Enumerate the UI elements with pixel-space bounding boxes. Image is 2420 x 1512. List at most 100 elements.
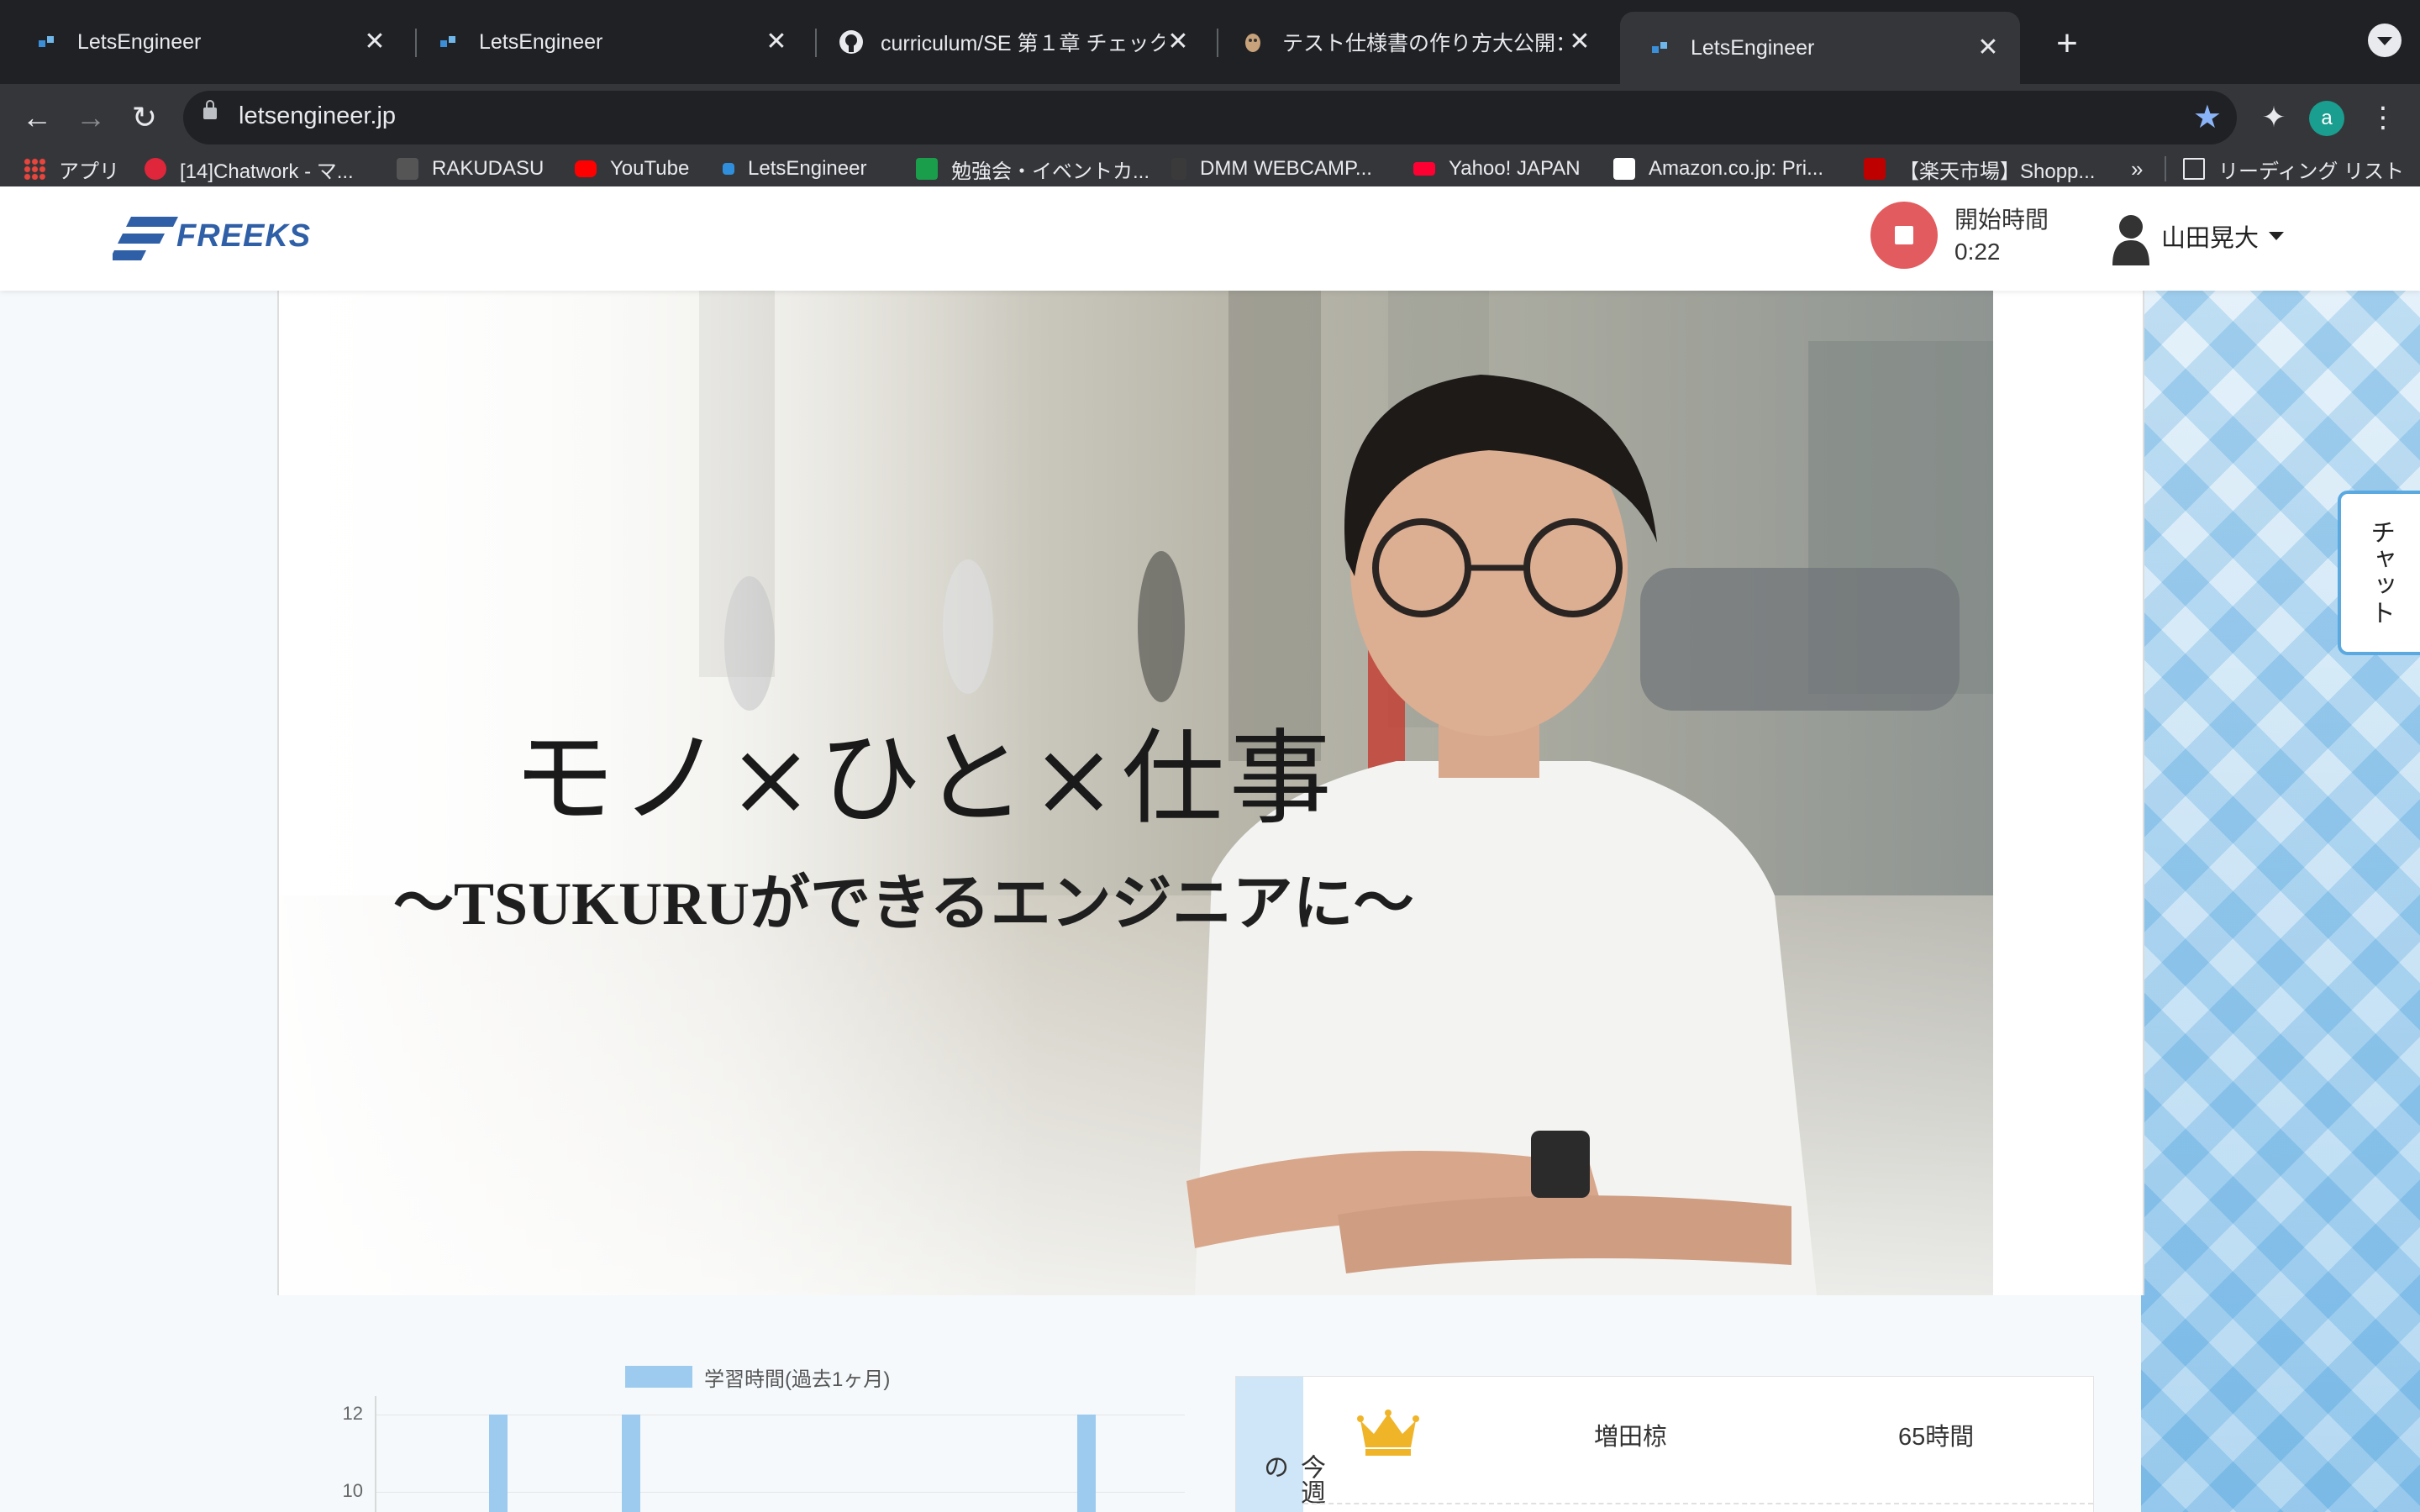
ranking-divider: [1303, 1503, 2093, 1506]
tab-strip: LetsEngineer ✕ LetsEngineer ✕ curriculum…: [0, 0, 2420, 84]
bookmark-label: [14]Chatwork - マ...: [180, 160, 354, 183]
bookmark-rakuten[interactable]: 【楽天市場】Shopp...: [1864, 151, 2095, 186]
bookmark-connpass[interactable]: 勉強会・イベントカ...: [916, 151, 1150, 186]
hero-title: モノ×ひと×仕事: [513, 719, 1337, 838]
bookmark-label: アプリ: [59, 160, 119, 183]
ranking-user-name: 増田椋: [1594, 1424, 1668, 1451]
background-pattern: [2141, 291, 2420, 1512]
tab-title: LetsEngineer: [479, 29, 603, 54]
legend-swatch[interactable]: [625, 1366, 692, 1388]
close-tab-icon[interactable]: ✕: [361, 29, 388, 55]
letsengineer-icon: [723, 163, 734, 175]
bookmarks-divider: [2165, 156, 2166, 181]
bookmarks-overflow-button[interactable]: »: [2131, 151, 2143, 186]
user-name[interactable]: 山田晃大: [2161, 218, 2259, 254]
menu-kebab-icon[interactable]: ⋮: [2363, 97, 2403, 138]
page-viewport: FREEKS 開始時間 0:22 山田晃大 チャット モノ×ひと×仕事 〜TSU…: [0, 186, 2420, 1512]
bookmark-label: 【楽天市場】Shopp...: [1899, 160, 2096, 183]
back-icon[interactable]: ←: [17, 97, 57, 138]
bookmark-youtube[interactable]: YouTube: [575, 151, 689, 186]
forward-icon[interactable]: →: [71, 97, 111, 138]
bookmark-apps[interactable]: アプリ: [24, 151, 119, 186]
close-tab-icon[interactable]: ✕: [1165, 29, 1192, 55]
connpass-icon: [916, 158, 938, 180]
ranking-side-header: 今週の: [1236, 1377, 1324, 1512]
logo-text: FREEKS: [176, 218, 312, 254]
bookmark-label: YouTube: [610, 157, 690, 180]
extensions-icon[interactable]: ✦: [2254, 97, 2294, 138]
tab-title: curriculum/SE 第１章 チェックテ: [881, 32, 1165, 55]
close-tab-icon[interactable]: ✕: [1975, 34, 2002, 61]
dmm-icon: [1171, 158, 1186, 180]
youtube-icon: [575, 160, 597, 177]
chevron-down-icon[interactable]: [2269, 232, 2284, 240]
tab-search-icon[interactable]: [2368, 24, 2402, 57]
bookmark-dmm[interactable]: DMM WEBCAMP...: [1171, 151, 1372, 186]
rakuten-icon: [1864, 158, 1886, 180]
reading-list-button[interactable]: リーディング リスト: [2183, 151, 2404, 186]
tab-4[interactable]: テスト仕様書の作り方大公開：テス ✕: [1212, 10, 1612, 74]
reload-icon[interactable]: ↻: [124, 97, 165, 138]
bookmark-label: 勉強会・イベントカ...: [951, 160, 1150, 183]
yahoo-icon: [1413, 162, 1435, 176]
reading-list-icon: [2183, 158, 2205, 180]
tab-3[interactable]: curriculum/SE 第１章 チェックテ ✕: [810, 10, 1210, 74]
user-avatar-icon[interactable]: [2109, 212, 2153, 265]
bookmark-label: RAKUDASU: [432, 157, 544, 180]
new-tab-button[interactable]: +: [2044, 20, 2091, 67]
letsengineer-icon: [1649, 35, 1674, 60]
address-bar[interactable]: letsengineer.jp ★: [183, 91, 2237, 144]
study-time-chart: 学習時間(過去1ヶ月) 12 10: [319, 1354, 1185, 1512]
rakudasu-icon: [397, 158, 418, 180]
bookmarks-bar: アプリ [14]Chatwork - マ... RAKUDASU YouTube…: [0, 151, 2420, 187]
bookmark-yahoo[interactable]: Yahoo! JAPAN: [1413, 151, 1581, 186]
bookmark-star-icon[interactable]: ★: [2193, 99, 2222, 136]
close-tab-icon[interactable]: ✕: [763, 29, 790, 55]
tab-title: LetsEngineer: [77, 29, 202, 54]
ranking-hours: 65時間: [1898, 1424, 1975, 1451]
crown-icon: [1357, 1410, 1419, 1456]
weekly-ranking-panel: 今週の 増田椋 65時間: [1235, 1376, 2094, 1512]
close-tab-icon[interactable]: ✕: [1566, 29, 1593, 55]
bookmark-letsengineer[interactable]: LetsEngineer: [723, 151, 866, 186]
chat-tab-button[interactable]: チャット: [2338, 491, 2420, 655]
chart-bar: [489, 1415, 508, 1512]
chart-bar: [622, 1415, 640, 1512]
site-header: FREEKS 開始時間 0:22 山田晃大: [0, 186, 2420, 291]
letsengineer-icon: [437, 29, 462, 55]
hero-subtitle: 〜TSUKURUができるエンジニアに〜: [393, 870, 1414, 937]
lock-icon[interactable]: [203, 100, 217, 119]
bookmark-rakudasu[interactable]: RAKUDASU: [397, 151, 544, 186]
freeks-logo-mark-icon: [109, 217, 178, 260]
tab-1[interactable]: LetsEngineer ✕: [7, 10, 407, 74]
legend-label: 学習時間(過去1ヶ月): [704, 1368, 891, 1391]
tab-title: テスト仕様書の作り方大公開：テス: [1282, 32, 1566, 55]
freeks-logo[interactable]: FREEKS: [109, 212, 314, 267]
github-icon: [839, 29, 864, 55]
chart-bar: [1077, 1415, 1096, 1512]
bookmark-label: Yahoo! JAPAN: [1449, 157, 1581, 180]
timer-label: 開始時間: [1954, 207, 2049, 233]
hero-banner: モノ×ひと×仕事 〜TSUKURUができるエンジニアに〜: [277, 291, 2144, 1295]
y-tick-label: 10: [342, 1480, 363, 1501]
tab-5-active[interactable]: LetsEngineer ✕: [1620, 12, 2020, 84]
chatwork-icon: [145, 158, 166, 180]
browser-toolbar: ← → ↻ letsengineer.jp ★ ✦ a ⋮: [0, 84, 2420, 151]
tab-2[interactable]: LetsEngineer ✕: [408, 10, 808, 74]
y-tick-label: 12: [342, 1403, 363, 1424]
bookmark-chatwork[interactable]: [14]Chatwork - マ...: [145, 151, 354, 186]
chat-tab-label: チャット: [2366, 519, 2394, 627]
bookmark-label: LetsEngineer: [748, 157, 867, 180]
amazon-icon: [1613, 158, 1635, 180]
bookmark-label: DMM WEBCAMP...: [1200, 157, 1372, 180]
y-axis: [375, 1396, 376, 1512]
bookmark-label: Amazon.co.jp: Pri...: [1649, 157, 1824, 180]
bookmark-amazon[interactable]: Amazon.co.jp: Pri...: [1613, 151, 1823, 186]
reading-list-label: リーディング リスト: [2218, 160, 2404, 183]
stop-timer-button[interactable]: [1870, 202, 1938, 269]
url-text[interactable]: letsengineer.jp: [239, 102, 396, 130]
profile-avatar[interactable]: a: [2309, 101, 2344, 136]
dog-icon: [1240, 29, 1265, 55]
timer-value: 0:22: [1954, 239, 2001, 265]
apps-grid-icon: [24, 158, 45, 180]
